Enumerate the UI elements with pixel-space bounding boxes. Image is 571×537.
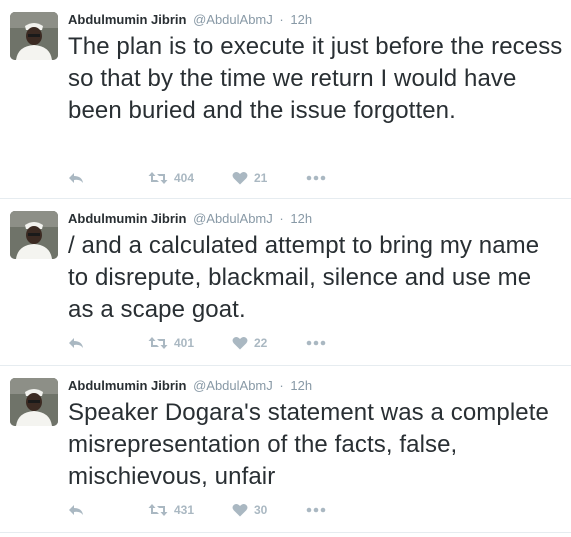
tweet-timeline: Abdulmumin Jibrin @AbdulAbmJ · 12h The p…	[0, 0, 571, 537]
more-icon	[306, 175, 326, 181]
retweet-button[interactable]: 404	[148, 168, 194, 188]
tweet-header: Abdulmumin Jibrin @AbdulAbmJ · 12h	[68, 378, 312, 394]
retweet-icon	[148, 504, 168, 516]
tweet-header: Abdulmumin Jibrin @AbdulAbmJ · 12h	[68, 211, 312, 227]
tweet[interactable]: Abdulmumin Jibrin @AbdulAbmJ · 12h The p…	[0, 0, 571, 199]
reply-icon	[69, 338, 83, 348]
reply-icon	[69, 505, 83, 515]
tweet-timestamp[interactable]: 12h	[290, 12, 312, 27]
like-button[interactable]: 22	[232, 333, 267, 353]
more-options-button[interactable]	[306, 333, 326, 353]
retweet-button[interactable]: 401	[148, 333, 194, 353]
tweet-text: / and a calculated attempt to bring my n…	[68, 232, 540, 323]
more-icon	[306, 340, 326, 346]
retweet-button[interactable]: 431	[148, 500, 194, 520]
separator-dot: ·	[279, 378, 284, 393]
retweet-count: 431	[174, 503, 195, 517]
separator-dot: ·	[279, 211, 284, 226]
avatar[interactable]	[10, 378, 58, 426]
more-options-button[interactable]	[306, 500, 326, 520]
more-options-button[interactable]	[306, 168, 326, 188]
avatar[interactable]	[10, 12, 58, 60]
like-button[interactable]: 30	[232, 500, 267, 520]
like-button[interactable]: 21	[232, 168, 267, 188]
heart-icon	[232, 171, 248, 185]
tweet-actions: 404 21	[68, 168, 368, 188]
reply-button[interactable]	[68, 500, 84, 520]
author-name[interactable]: Abdulmumin Jibrin	[68, 211, 186, 226]
author-handle[interactable]: @AbdulAbmJ	[193, 378, 273, 393]
reply-button[interactable]	[68, 333, 84, 353]
avatar[interactable]	[10, 211, 58, 259]
retweet-count: 401	[174, 336, 195, 350]
separator-dot: ·	[279, 12, 284, 27]
like-count: 21	[254, 171, 268, 185]
avatar-image	[10, 211, 58, 259]
author-name[interactable]: Abdulmumin Jibrin	[68, 378, 186, 393]
tweet-timestamp[interactable]: 12h	[290, 211, 312, 226]
retweet-icon	[148, 172, 168, 184]
tweet[interactable]: Abdulmumin Jibrin @AbdulAbmJ · 12h / and…	[0, 199, 571, 366]
tweet-timestamp[interactable]: 12h	[290, 378, 312, 393]
author-name[interactable]: Abdulmumin Jibrin	[68, 12, 186, 27]
retweet-icon	[148, 337, 168, 349]
heart-icon	[232, 336, 248, 350]
tweet-text: Speaker Dogara's statement was a complet…	[68, 399, 549, 490]
more-icon	[306, 507, 326, 513]
reply-button[interactable]	[68, 168, 84, 188]
like-count: 22	[254, 336, 268, 350]
tweet[interactable]: Abdulmumin Jibrin @AbdulAbmJ · 12h Speak…	[0, 366, 571, 533]
like-count: 30	[254, 503, 268, 517]
tweet-text: The plan is to execute it just before th…	[68, 33, 563, 124]
author-handle[interactable]: @AbdulAbmJ	[193, 12, 273, 27]
heart-icon	[232, 503, 248, 517]
retweet-count: 404	[174, 171, 195, 185]
tweet-actions: 401 22	[68, 333, 368, 353]
avatar-image	[10, 378, 58, 426]
reply-icon	[69, 173, 83, 183]
tweet-actions: 431 30	[68, 500, 368, 520]
tweet-header: Abdulmumin Jibrin @AbdulAbmJ · 12h	[68, 12, 312, 28]
avatar-image	[10, 12, 58, 60]
author-handle[interactable]: @AbdulAbmJ	[193, 211, 273, 226]
